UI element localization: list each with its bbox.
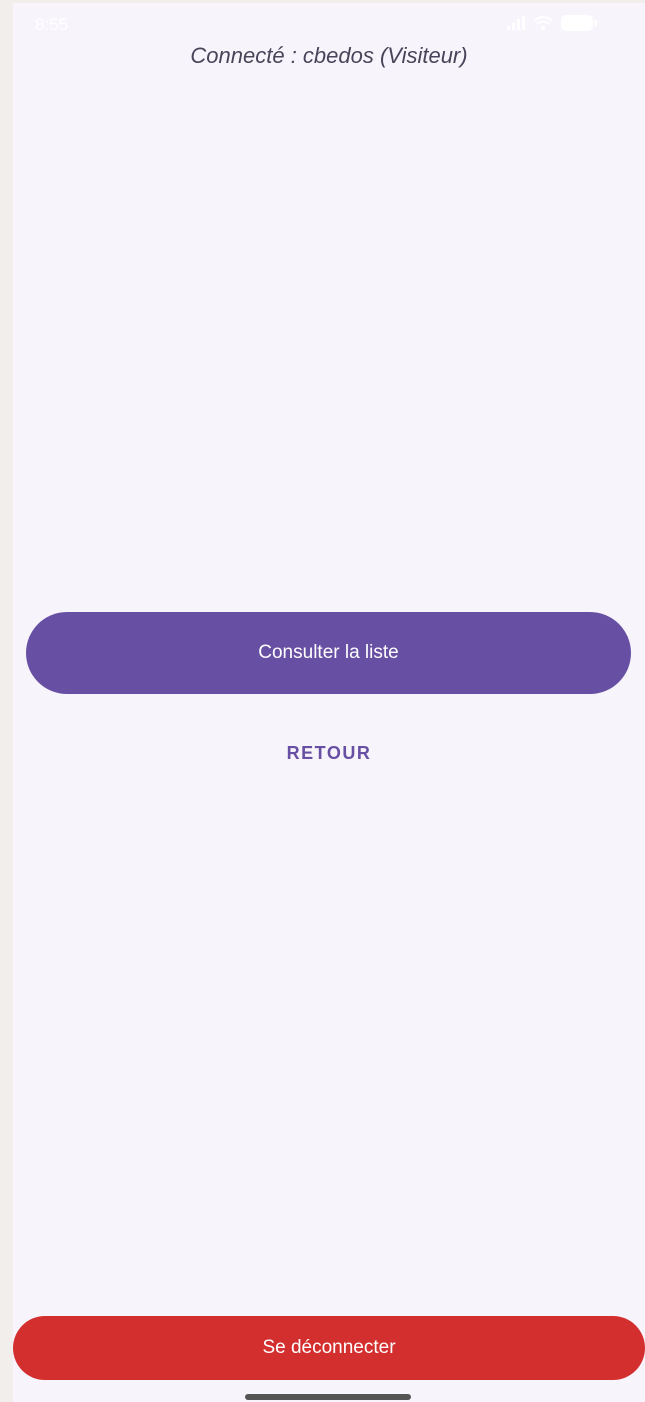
battery-icon [561, 15, 597, 36]
logout-button[interactable]: Se déconnecter [13, 1316, 645, 1380]
connected-user-label: Connecté : cbedos (Visiteur) [190, 43, 468, 68]
status-icons [507, 15, 597, 36]
back-button[interactable]: RETOUR [243, 728, 415, 778]
status-bar: 8:55 [13, 3, 645, 47]
wifi-icon [533, 15, 553, 36]
home-indicator [245, 1394, 411, 1400]
consult-list-button[interactable]: Consulter la liste [26, 612, 631, 694]
app-screen: 8:55 Connecté: cbedos (Visiteur) Consul… [13, 3, 645, 1402]
status-time: 8:55 [35, 15, 69, 34]
signal-icon [507, 16, 525, 35]
